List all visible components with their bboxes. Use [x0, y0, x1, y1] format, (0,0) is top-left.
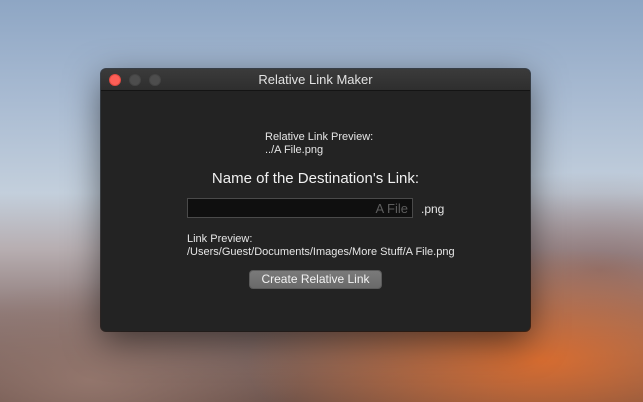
destination-heading: Name of the Destination's Link: — [211, 170, 420, 187]
relative-link-preview: Relative Link Preview: ../A File.png — [265, 131, 373, 157]
relative-link-preview-value: ../A File.png — [265, 144, 324, 156]
relative-link-preview-label: Relative Link Preview: — [265, 131, 374, 143]
destination-name-input[interactable] — [187, 198, 413, 218]
link-preview: Link Preview: /Users/Guest/Documents/Ima… — [187, 233, 455, 259]
link-preview-value: /Users/Guest/Documents/Images/More Stuff… — [187, 246, 455, 258]
link-preview-label: Link Preview: — [187, 233, 253, 245]
app-window: Relative Link Maker Relative Link Previe… — [101, 69, 530, 331]
window-content: Relative Link Preview: ../A File.png Nam… — [101, 91, 530, 331]
create-relative-link-button[interactable]: Create Relative Link — [249, 270, 382, 289]
window-title: Relative Link Maker — [258, 72, 373, 87]
title-bar[interactable]: Relative Link Maker — [101, 69, 530, 91]
extension-label: .png — [421, 202, 445, 216]
